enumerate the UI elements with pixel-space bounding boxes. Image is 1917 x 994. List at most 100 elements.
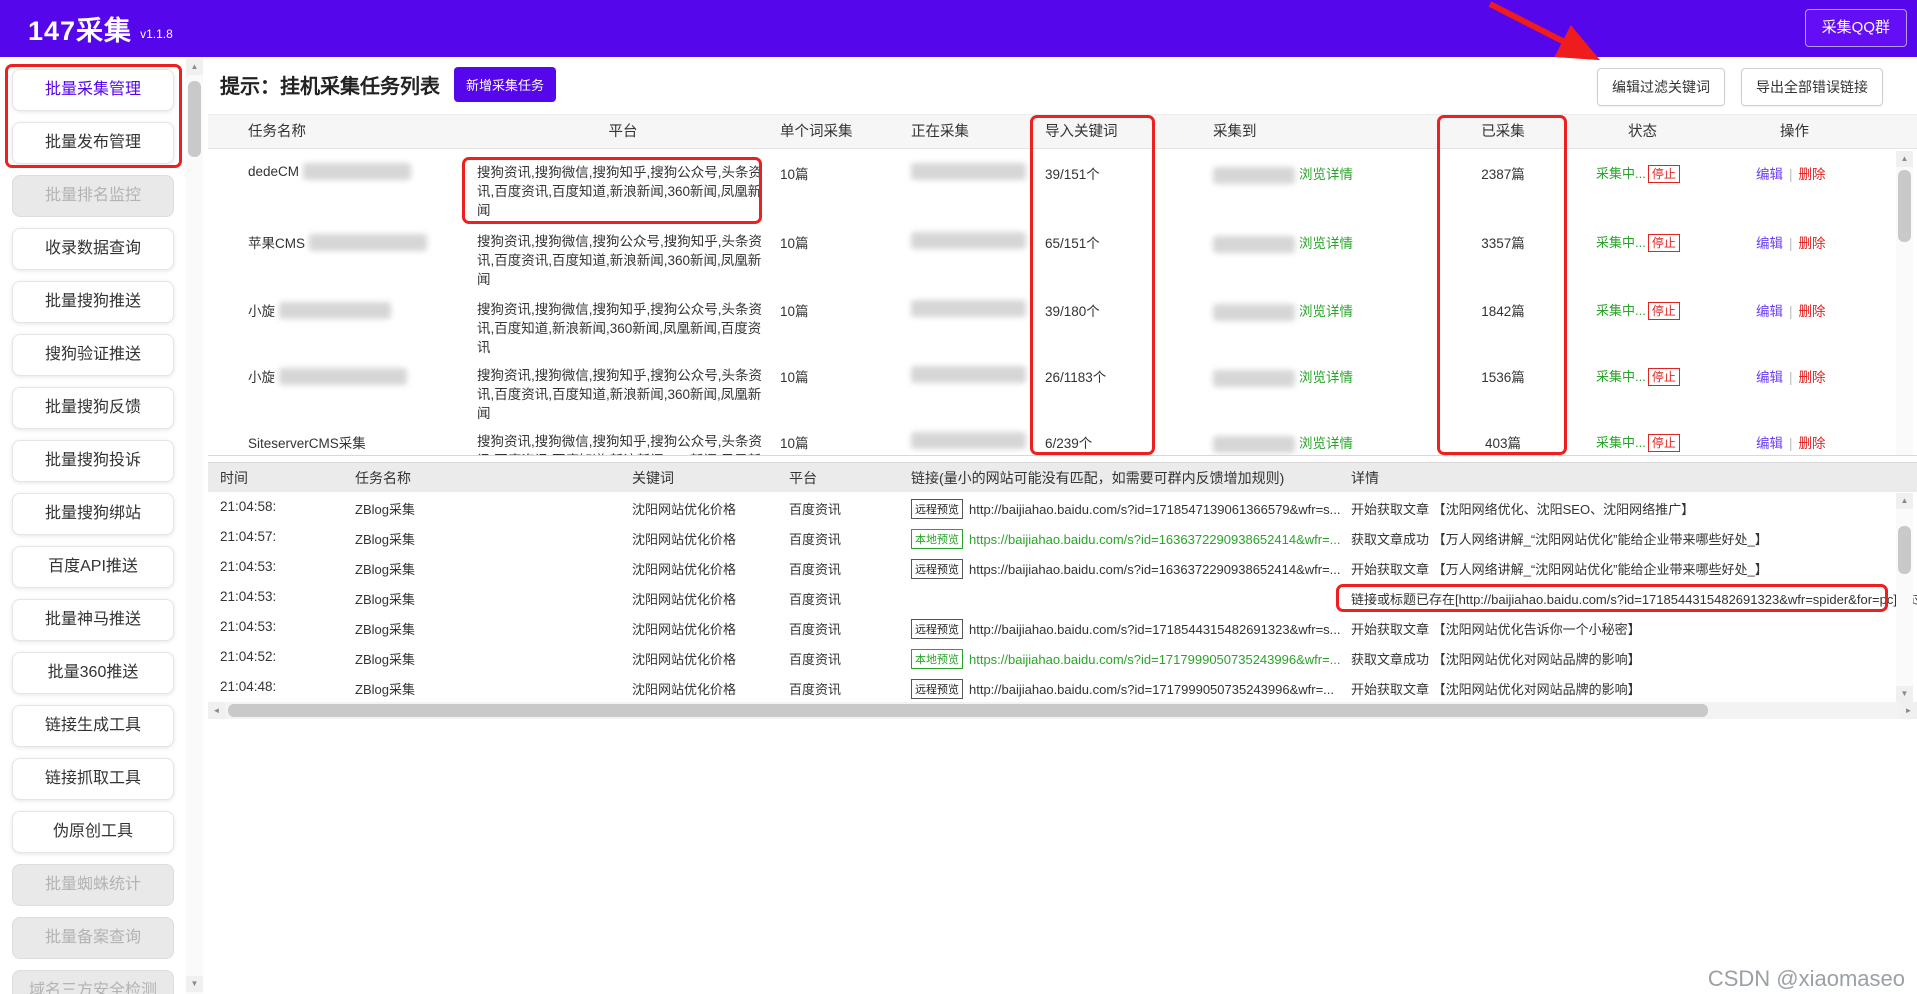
task-keywords-progress: 26/1183个 xyxy=(1045,366,1163,386)
log-url-link[interactable]: http://baijiahao.baidu.com/s?id=17185443… xyxy=(969,622,1341,637)
stop-button[interactable]: 停止 xyxy=(1648,234,1680,252)
stop-button[interactable]: 停止 xyxy=(1648,302,1680,320)
task-platforms: 搜狗资讯,搜狗微信,搜狗知乎,搜狗公众号,头条资讯,百度知道,新浪新闻,360新… xyxy=(477,300,769,357)
log-url-link[interactable]: http://baijiahao.baidu.com/s?id=17179990… xyxy=(969,682,1334,697)
log-platform: 百度资讯 xyxy=(789,499,899,518)
log-task-name: ZBlog采集 xyxy=(355,559,515,578)
task-table-scrollbar[interactable]: ▲ xyxy=(1896,151,1913,455)
preview-badge[interactable]: 本地预览 xyxy=(911,529,963,549)
scroll-up-icon[interactable]: ▲ xyxy=(1896,151,1913,167)
preview-badge[interactable]: 远程预览 xyxy=(911,559,963,579)
log-platform: 百度资讯 xyxy=(789,559,899,578)
log-row: 21:04:57: ZBlog采集 沈阳网站优化价格 百度资讯 本地预览http… xyxy=(208,523,1917,553)
redacted-running-keyword xyxy=(911,300,1026,317)
sidebar-item[interactable]: 伪原创工具 xyxy=(12,811,174,853)
sidebar-item[interactable]: 批量360推送 xyxy=(12,652,174,694)
sidebar-item[interactable]: 批量发布管理 xyxy=(12,122,174,164)
stop-button[interactable]: 停止 xyxy=(1648,165,1680,183)
log-table-scrollbar[interactable]: ▲ ▼ xyxy=(1896,493,1913,702)
browse-details-link[interactable]: 浏览详情 xyxy=(1299,370,1353,385)
sidebar-item: 批量蜘蛛统计 xyxy=(12,864,174,906)
log-keyword: 沈阳网站优化价格 xyxy=(632,619,792,638)
log-header-keyword: 关键词 xyxy=(632,463,792,493)
sidebar-item: 批量备案查询 xyxy=(12,917,174,959)
status-collecting-label: 采集中... xyxy=(1596,303,1646,318)
log-horizontal-scrollbar[interactable]: ◄ ► xyxy=(208,702,1917,719)
edit-link[interactable]: 编辑 xyxy=(1756,370,1783,385)
preview-badge[interactable]: 本地预览 xyxy=(911,649,963,669)
scroll-left-icon[interactable]: ◄ xyxy=(208,702,225,719)
delete-link[interactable]: 删除 xyxy=(1799,436,1826,451)
sidebar-item[interactable]: 批量搜狗投诉 xyxy=(12,440,174,482)
browse-details-link[interactable]: 浏览详情 xyxy=(1299,236,1353,251)
scroll-right-icon[interactable]: ► xyxy=(1900,702,1917,719)
log-time: 21:04:58: xyxy=(220,499,340,514)
log-keyword: 沈阳网站优化价格 xyxy=(632,679,792,698)
scroll-down-icon[interactable]: ▼ xyxy=(186,976,203,992)
log-header-platform: 平台 xyxy=(789,463,899,493)
sidebar-item[interactable]: 批量搜狗绑站 xyxy=(12,493,174,535)
redacted-task-name xyxy=(279,302,391,319)
log-url-link[interactable]: https://baijiahao.baidu.com/s?id=1717999… xyxy=(969,652,1341,667)
sidebar-item[interactable]: 链接抓取工具 xyxy=(12,758,174,800)
add-task-button[interactable]: 新增采集任务 xyxy=(454,67,556,102)
export-error-links-button[interactable]: 导出全部错误链接 xyxy=(1741,68,1883,106)
log-horizontal-scrollbar-thumb[interactable] xyxy=(228,704,1708,717)
sidebar-item[interactable]: 批量采集管理 xyxy=(12,69,174,111)
app-logo: 147采集 xyxy=(28,9,132,48)
sidebar-item[interactable]: 批量神马推送 xyxy=(12,599,174,641)
delete-link[interactable]: 删除 xyxy=(1799,167,1826,182)
edit-filter-keywords-button[interactable]: 编辑过滤关键词 xyxy=(1597,68,1725,106)
task-row: dedeCM 搜狗资讯,搜狗微信,搜狗知乎,搜狗公众号,头条资讯,百度资讯,百度… xyxy=(208,150,1917,219)
task-scrollbar-thumb[interactable] xyxy=(1898,170,1911,242)
preview-badge[interactable]: 远程预览 xyxy=(911,499,963,519)
stop-button[interactable]: 停止 xyxy=(1648,434,1680,452)
col-header-actions: 操作 xyxy=(1756,115,1866,150)
log-url-link[interactable]: https://baijiahao.baidu.com/s?id=1636372… xyxy=(969,532,1341,547)
sidebar-item[interactable]: 批量搜狗反馈 xyxy=(12,387,174,429)
log-url-link[interactable]: http://baijiahao.baidu.com/s?id=17185471… xyxy=(969,502,1341,517)
sidebar-item[interactable]: 收录数据查询 xyxy=(12,228,174,270)
sidebar-item[interactable]: 百度API推送 xyxy=(12,546,174,588)
redacted-collect-target xyxy=(1213,370,1295,387)
log-detail: 获取文章成功 【万人网络讲解_“沈阳网站优化”能给企业带来哪些好处_】 xyxy=(1351,529,1896,548)
redacted-running-keyword xyxy=(911,366,1026,383)
browse-details-link[interactable]: 浏览详情 xyxy=(1299,436,1353,451)
edit-link[interactable]: 编辑 xyxy=(1756,167,1783,182)
col-header-imported-keywords: 导入关键词 xyxy=(1045,115,1163,150)
edit-link[interactable]: 编辑 xyxy=(1756,236,1783,251)
log-time: 21:04:53: xyxy=(220,589,340,604)
delete-link[interactable]: 删除 xyxy=(1799,304,1826,319)
browse-details-link[interactable]: 浏览详情 xyxy=(1299,304,1353,319)
sidebar-scrollbar-thumb[interactable] xyxy=(188,81,201,157)
sidebar-item[interactable]: 批量搜狗推送 xyxy=(12,281,174,323)
task-name: 小旋 xyxy=(248,304,275,319)
browse-details-link[interactable]: 浏览详情 xyxy=(1299,167,1353,182)
status-collecting-label: 采集中... xyxy=(1596,166,1646,181)
scroll-up-icon[interactable]: ▲ xyxy=(1896,493,1913,509)
divider xyxy=(1789,167,1793,182)
log-keyword: 沈阳网站优化价格 xyxy=(632,589,792,608)
edit-link[interactable]: 编辑 xyxy=(1756,304,1783,319)
task-collected-count: 403篇 xyxy=(1453,432,1553,452)
log-scrollbar-thumb[interactable] xyxy=(1898,526,1911,574)
log-row: 21:04:58: ZBlog采集 沈阳网站优化价格 百度资讯 远程预览http… xyxy=(208,493,1917,523)
edit-link[interactable]: 编辑 xyxy=(1756,436,1783,451)
sidebar-scrollbar[interactable]: ▲ ▼ xyxy=(186,57,203,994)
status-collecting-label: 采集中... xyxy=(1596,235,1646,250)
log-url-link[interactable]: https://baijiahao.baidu.com/s?id=1636372… xyxy=(969,562,1341,577)
preview-badge[interactable]: 远程预览 xyxy=(911,679,963,699)
delete-link[interactable]: 删除 xyxy=(1799,236,1826,251)
scroll-up-icon[interactable]: ▲ xyxy=(186,59,203,75)
task-per-keyword-count: 10篇 xyxy=(780,300,880,320)
delete-link[interactable]: 删除 xyxy=(1799,370,1826,385)
sidebar-item[interactable]: 搜狗验证推送 xyxy=(12,334,174,376)
stop-button[interactable]: 停止 xyxy=(1648,368,1680,386)
task-collected-count: 2387篇 xyxy=(1453,163,1553,183)
page-title: 提示：挂机采集任务列表 xyxy=(220,70,440,99)
preview-badge[interactable]: 远程预览 xyxy=(911,619,963,639)
qq-group-button[interactable]: 采集QQ群 xyxy=(1805,9,1907,47)
task-platforms: 搜狗资讯,搜狗微信,搜狗公众号,搜狗知乎,头条资讯,百度资讯,百度知道,新浪新闻… xyxy=(477,232,769,289)
sidebar-item[interactable]: 链接生成工具 xyxy=(12,705,174,747)
scroll-down-icon[interactable]: ▼ xyxy=(1896,686,1913,702)
